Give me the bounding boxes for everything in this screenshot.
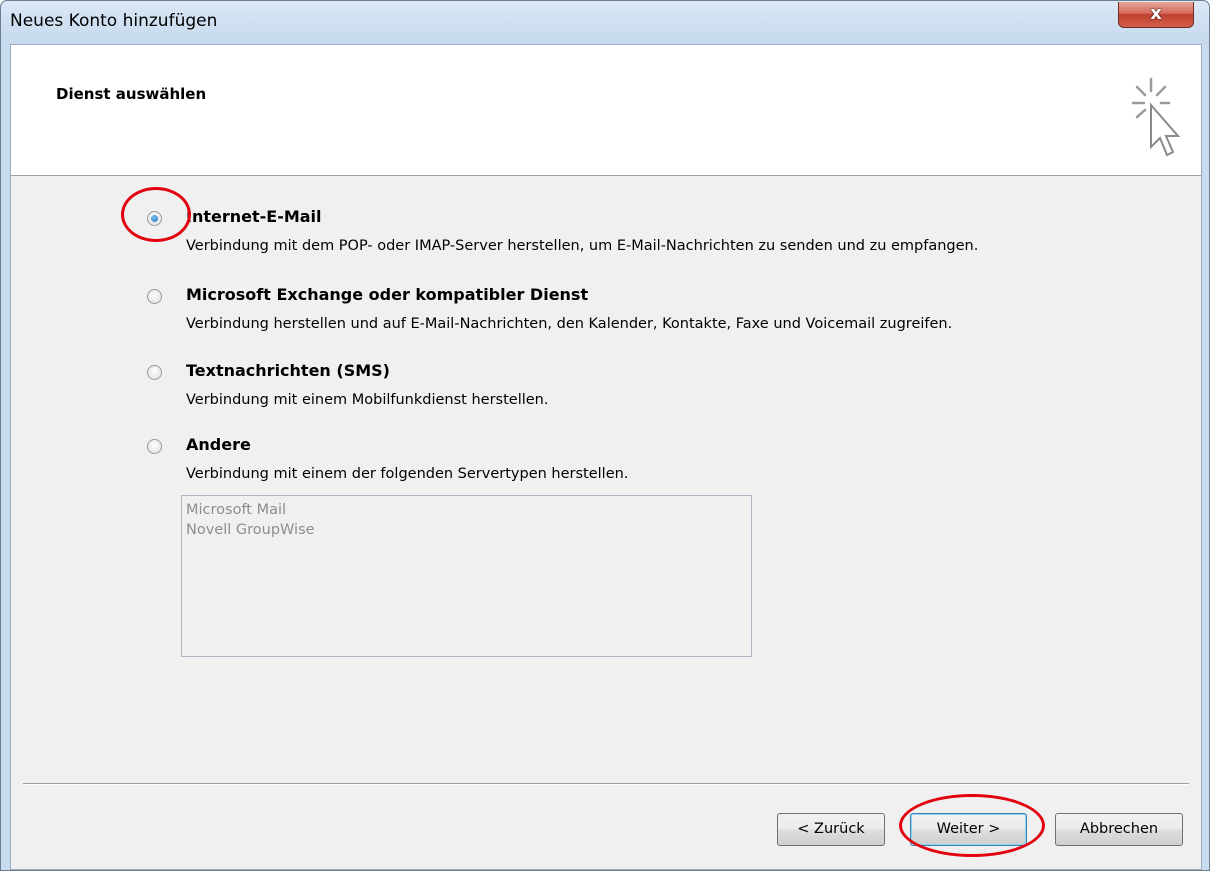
option-description: Verbindung mit dem POP- oder IMAP-Server… xyxy=(186,238,979,254)
radio-sms[interactable] xyxy=(147,365,162,380)
radio-other[interactable] xyxy=(147,439,162,454)
back-button[interactable]: < Zurück xyxy=(777,813,885,846)
title-bar[interactable]: Neues Konto hinzufügen x xyxy=(1,1,1209,44)
close-button[interactable]: x xyxy=(1118,2,1194,28)
dialog-window: Neues Konto hinzufügen x Dienst auswähle… xyxy=(0,0,1210,871)
option-description: Verbindung herstellen und auf E-Mail-Nac… xyxy=(186,316,953,332)
option-label[interactable]: Internet-E-Mail xyxy=(186,207,322,226)
page-title: Dienst auswählen xyxy=(56,85,207,103)
option-label[interactable]: Textnachrichten (SMS) xyxy=(186,361,390,380)
footer-divider xyxy=(23,783,1189,785)
window-title: Neues Konto hinzufügen xyxy=(10,11,218,31)
close-icon: x xyxy=(1150,3,1162,24)
dialog-client-area: Dienst auswählen Internet-E-Mail Verbind… xyxy=(10,44,1202,870)
wizard-header: Dienst auswählen xyxy=(11,45,1201,176)
list-item[interactable]: Novell GroupWise xyxy=(186,520,747,540)
radio-exchange[interactable] xyxy=(147,289,162,304)
server-type-list[interactable]: Microsoft Mail Novell GroupWise xyxy=(181,495,752,657)
option-label[interactable]: Andere xyxy=(186,435,251,454)
option-label[interactable]: Microsoft Exchange oder kompatibler Dien… xyxy=(186,285,588,304)
next-button[interactable]: Weiter > xyxy=(910,813,1027,846)
option-description: Verbindung mit einem der folgenden Serve… xyxy=(186,466,629,482)
option-description: Verbindung mit einem Mobilfunkdienst her… xyxy=(186,392,549,408)
radio-internet-email[interactable] xyxy=(147,211,162,226)
cancel-button[interactable]: Abbrechen xyxy=(1055,813,1183,846)
list-item[interactable]: Microsoft Mail xyxy=(186,500,747,520)
wizard-cursor-icon xyxy=(1131,77,1181,157)
